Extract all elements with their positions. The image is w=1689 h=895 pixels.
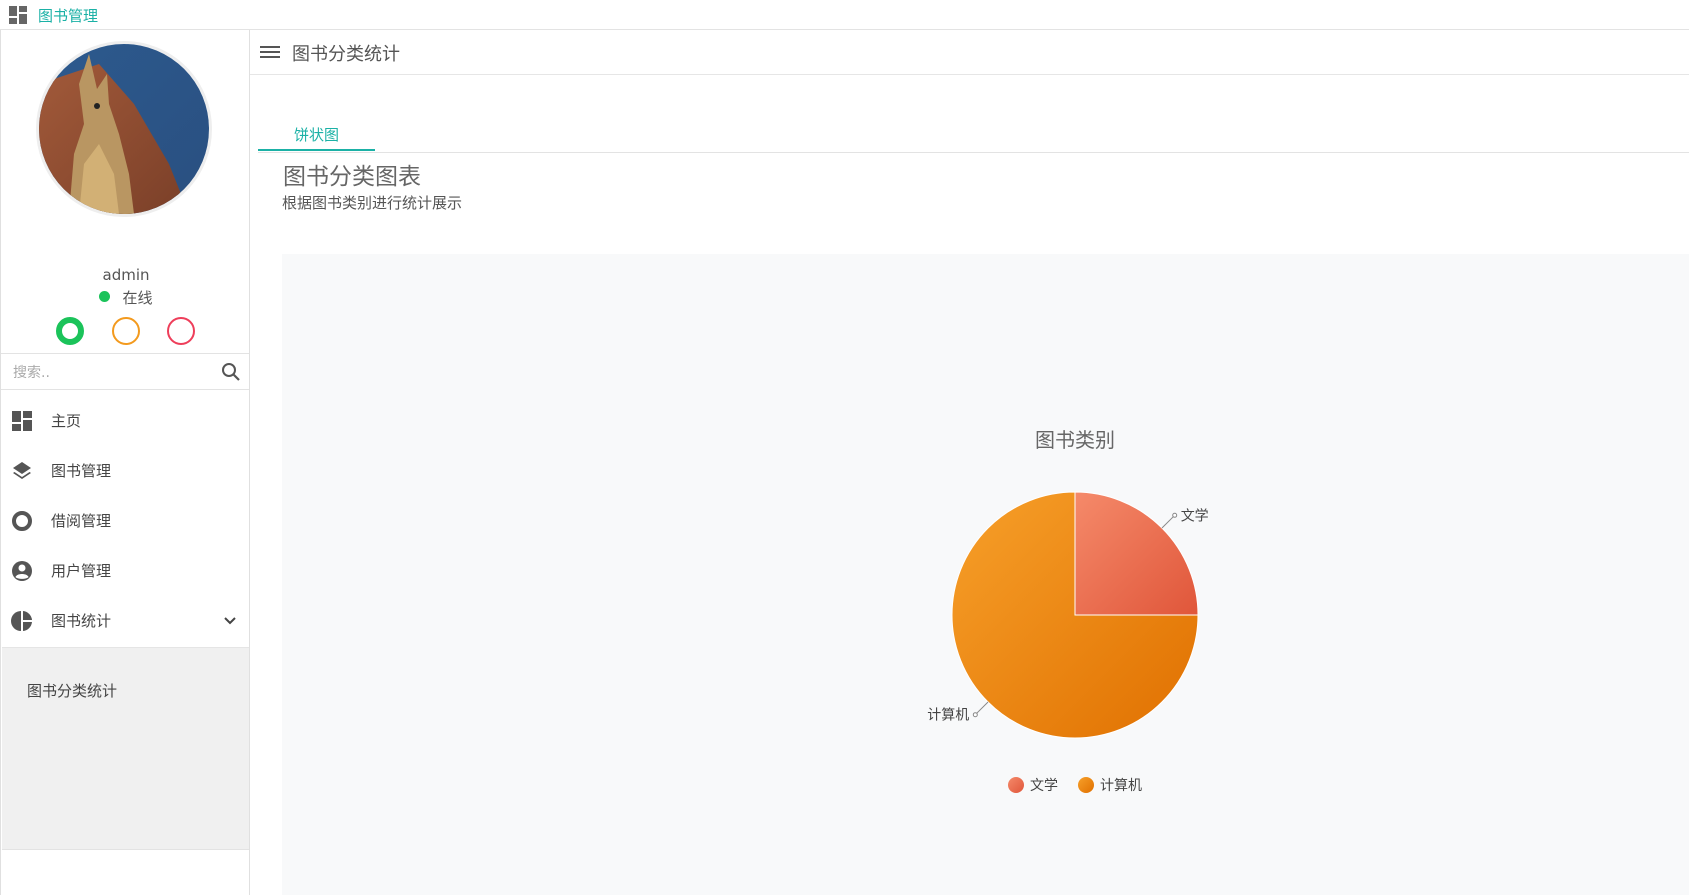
sidebar-item-label: 主页: [51, 412, 82, 430]
sidebar-item-books[interactable]: 图书管理: [1, 445, 249, 495]
circle-icon: [12, 511, 32, 531]
pie-slice-0[interactable]: [1074, 491, 1199, 616]
stats-submenu: 图书分类统计: [2, 647, 249, 850]
pie-icon: [11, 611, 32, 631]
sidebar-item-borrow[interactable]: 借阅管理: [1, 495, 249, 545]
dashboard-icon: [9, 6, 27, 24]
submenu-item-category-stats[interactable]: 图书分类统计: [27, 680, 117, 701]
chart-title: 图书类别: [1035, 428, 1115, 452]
legend-label[interactable]: 文学: [1030, 778, 1058, 794]
pie-chart: 图书类别文学计算机文学 计算机: [927, 428, 1209, 794]
menu-toggle-icon[interactable]: [260, 43, 280, 61]
slice-leader-line: [1161, 514, 1176, 529]
slice-leader-dot: [972, 712, 978, 718]
user-status: 在线: [1, 287, 251, 308]
chevron-down-icon: [224, 617, 236, 625]
dashboard-icon: [12, 411, 32, 431]
layers-icon: [13, 462, 31, 479]
slice-label: 计算机: [927, 708, 969, 724]
sidebar: admin 在线 主页 图书管理: [0, 30, 250, 895]
status-label: 在线: [122, 289, 153, 307]
sidebar-item-stats[interactable]: 图书统计: [1, 595, 249, 645]
main-content: 图书分类统计 饼状图 图书分类图表 根据图书类别进行统计展示 图书类别 文学 计算机…: [250, 30, 1689, 895]
sidebar-item-label: 用户管理: [51, 562, 112, 580]
tab-bar: 饼状图: [258, 76, 1689, 153]
content-header: 图书分类统计: [250, 30, 1689, 75]
status-online-button[interactable]: [56, 317, 84, 345]
slice-leader-line: [974, 701, 989, 716]
card-subtitle: 根据图书类别进行统计展示: [282, 194, 463, 212]
slice-leader-dot: [1172, 512, 1178, 518]
avatar[interactable]: [36, 41, 212, 217]
legend-label[interactable]: 计算机: [1100, 778, 1142, 794]
app-brand[interactable]: 图书管理: [38, 5, 98, 26]
sidebar-item-label: 图书统计: [51, 612, 112, 630]
sidebar-item-label: 图书管理: [51, 462, 112, 480]
sidebar-item-label: 借阅管理: [51, 512, 112, 530]
legend-swatch[interactable]: [1078, 777, 1094, 793]
status-busy-button[interactable]: [167, 317, 195, 345]
sidebar-search: [1, 353, 249, 390]
card-title: 图书分类图表: [283, 164, 421, 190]
online-dot: [99, 291, 111, 302]
sidebar-menu: 主页 图书管理 借阅管理 用户管理 图书统计: [1, 395, 249, 645]
avatar-image: [39, 44, 209, 214]
status-switcher: [1, 317, 251, 345]
user-icon: [12, 561, 32, 581]
search-icon[interactable]: [221, 362, 241, 382]
top-bar: 图书管理: [0, 0, 1689, 30]
sidebar-item-users[interactable]: 用户管理: [1, 545, 249, 595]
sidebar-item-home[interactable]: 主页: [1, 395, 249, 445]
status-away-button[interactable]: [112, 317, 140, 345]
page-title: 图书分类统计: [292, 44, 400, 65]
chart-panel: 图书类别 文学 计算机 文学 计算机: [282, 254, 1689, 895]
username: admin: [102, 266, 150, 284]
search-input[interactable]: [11, 361, 205, 385]
legend-swatch[interactable]: [1008, 777, 1024, 793]
slice-label: 文学: [1181, 508, 1209, 524]
tab-pie-chart[interactable]: 饼状图: [258, 119, 375, 151]
